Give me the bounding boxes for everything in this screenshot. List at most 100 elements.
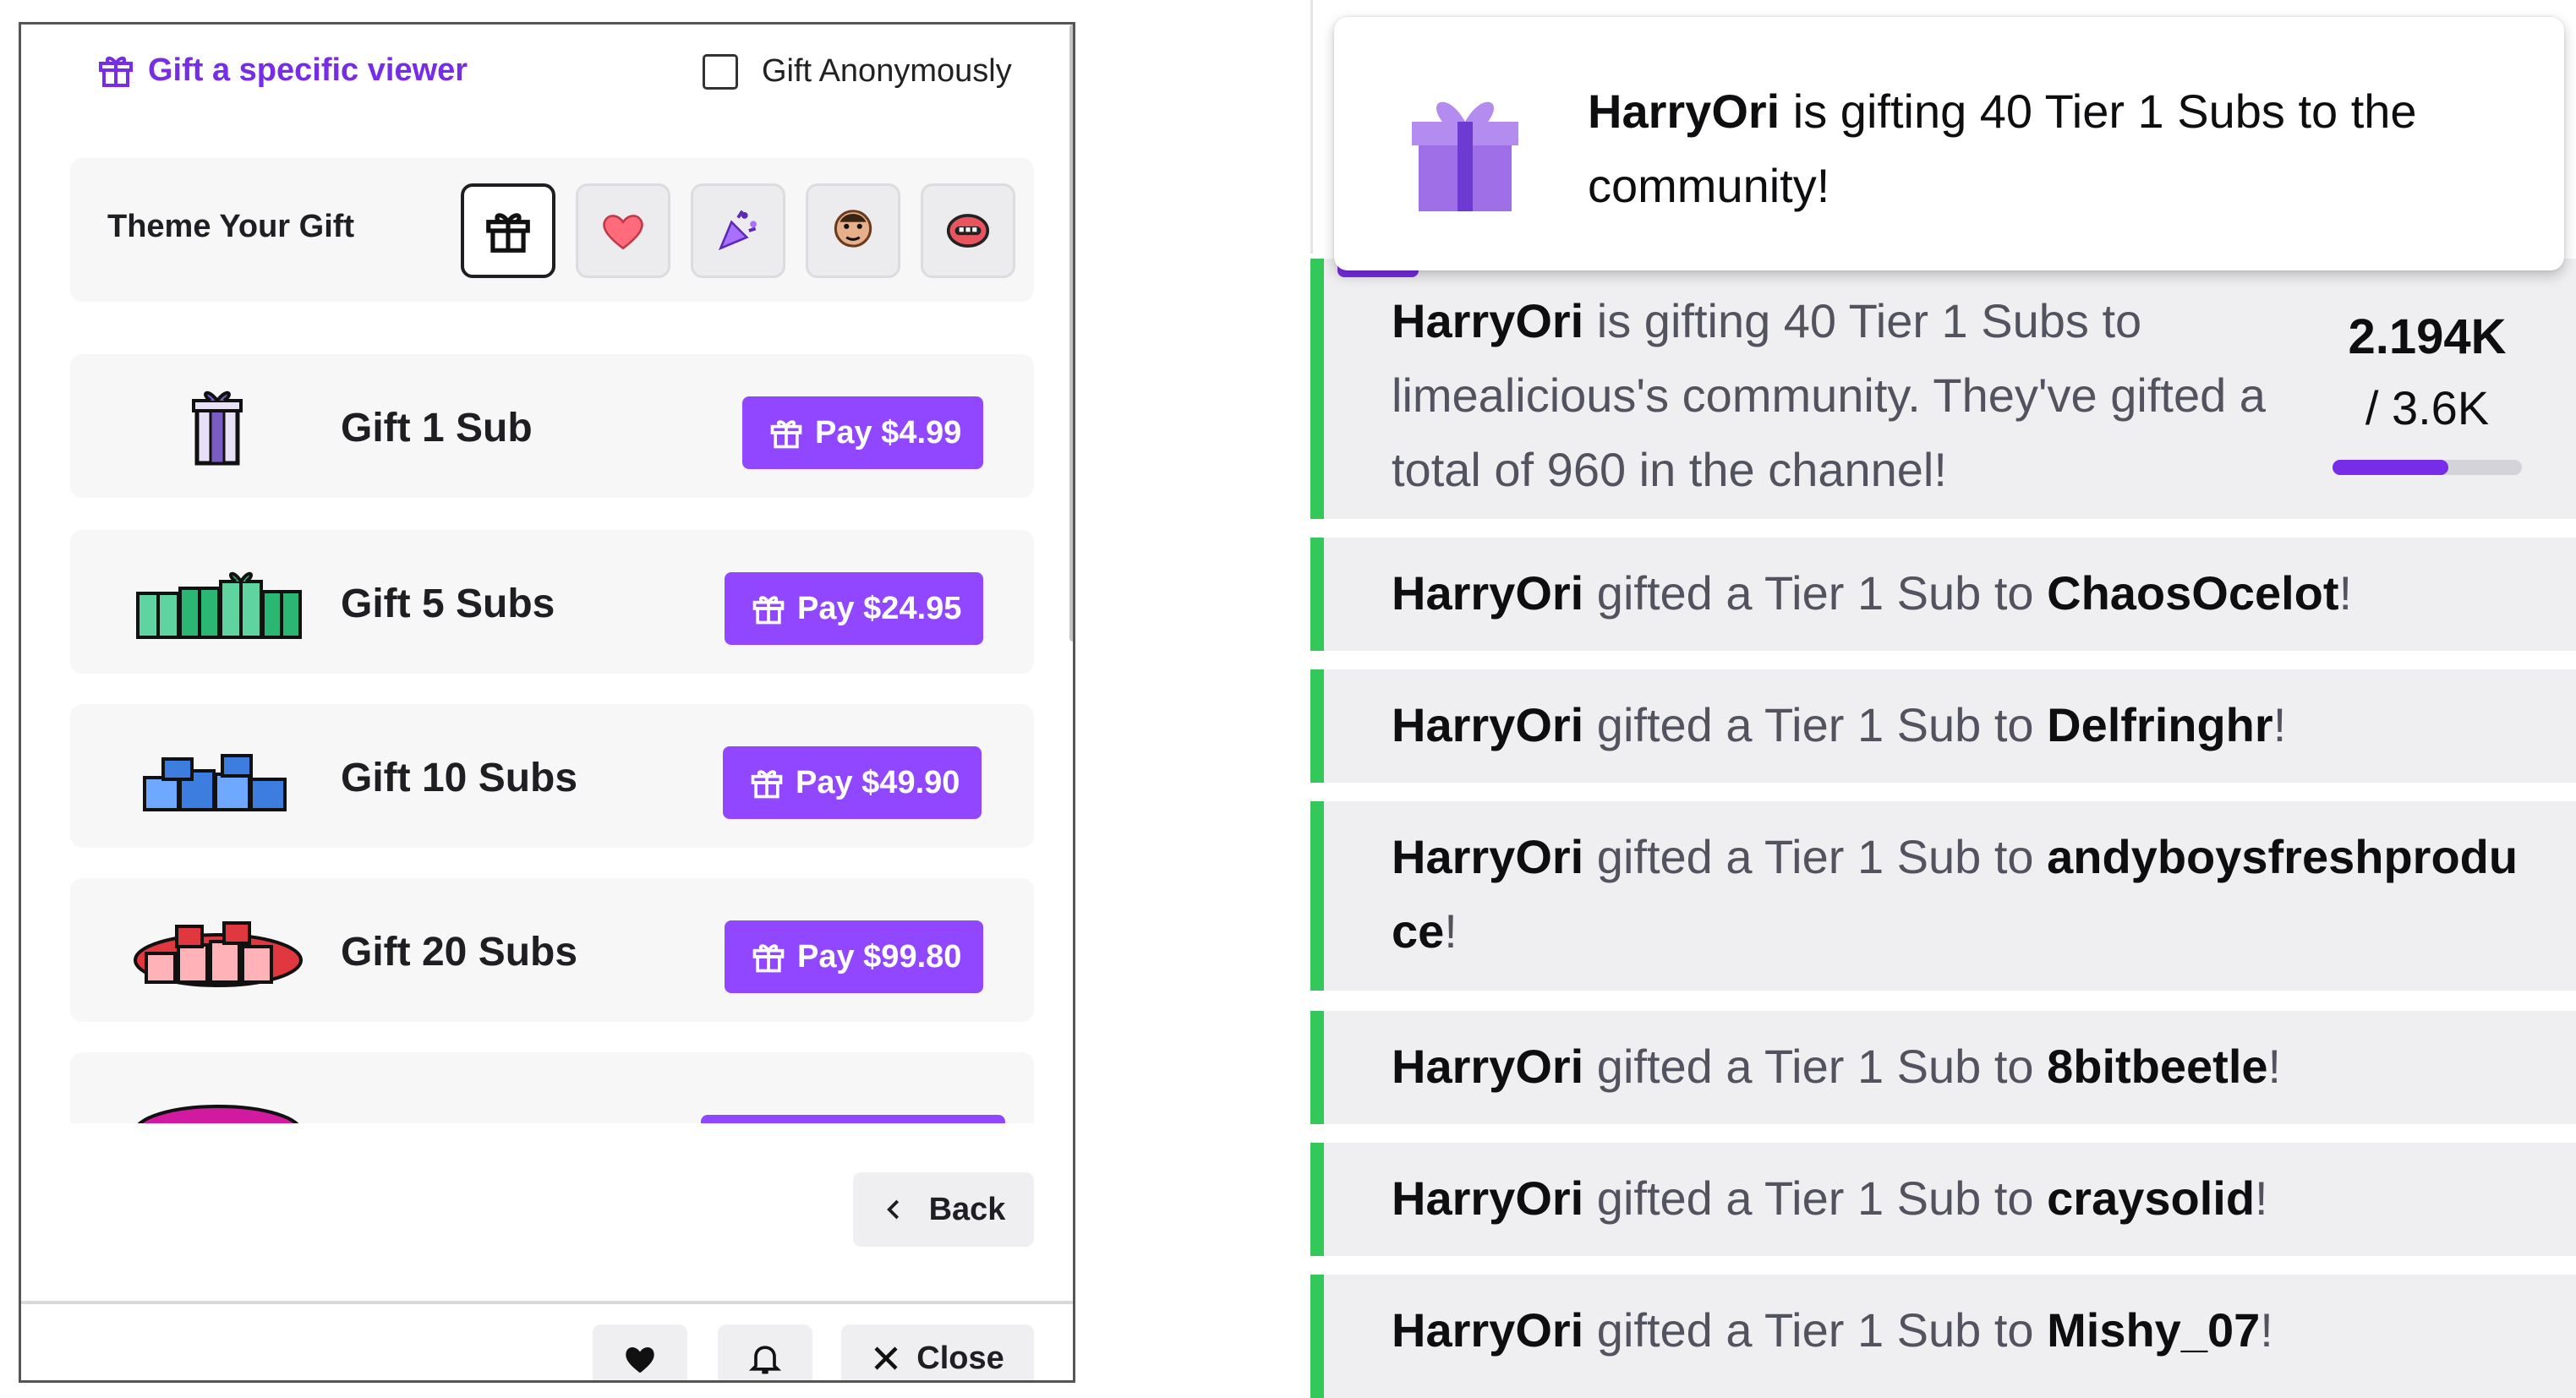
- scrollbar[interactable]: [1069, 25, 1073, 642]
- gifter-name[interactable]: HarryOri: [1392, 1171, 1583, 1225]
- gift-event-message: gifted a Tier 1 Sub to: [1583, 1040, 2048, 1093]
- heart-icon: [626, 1346, 654, 1373]
- notification-button[interactable]: [718, 1324, 812, 1380]
- gift-1-sub-label: Gift 1 Sub: [341, 406, 533, 451]
- gift-event-message: gifted a Tier 1 Sub to: [1583, 698, 2048, 751]
- purple-gift-icon: [1412, 101, 1518, 211]
- gifter-name[interactable]: HarryOri: [1392, 1303, 1583, 1357]
- summary-text: HarryOri is gifting 40 Tier 1 Subs to li…: [1392, 284, 2305, 507]
- recipient-name[interactable]: 8bitbeetle: [2047, 1040, 2267, 1093]
- gift-event-row: HarryOri gifted a Tier 1 Sub to 8bitbeet…: [1310, 1011, 2576, 1124]
- gift-icon: [99, 57, 133, 87]
- gift-20-subs-label: Gift 20 Subs: [341, 930, 578, 975]
- gift-icon: [770, 420, 802, 449]
- gift-notification-text: HarryOri is gifting 40 Tier 1 Subs to th…: [1588, 74, 2518, 223]
- progress-track: [2333, 460, 2522, 475]
- five-gifts-icon: [136, 571, 302, 639]
- theme-option-face-emote[interactable]: [806, 183, 900, 278]
- progress-value: 2.194K: [2348, 309, 2507, 364]
- gifter-name[interactable]: HarryOri: [1392, 566, 1583, 620]
- pay-10-subs-label: Pay $49.90: [796, 764, 960, 800]
- gift-anonymously-option[interactable]: Gift Anonymously: [703, 53, 1012, 90]
- chat-panel-border: [1310, 0, 1313, 254]
- gift-notification-banner: HarryOri is gifting 40 Tier 1 Subs to th…: [1334, 17, 2564, 270]
- pay-5-subs-label: Pay $24.95: [797, 590, 962, 626]
- gift-event-message: gifted a Tier 1 Sub to: [1583, 1171, 2048, 1225]
- recipient-name[interactable]: Delfringhr: [2047, 698, 2273, 751]
- gifter-name[interactable]: HarryOri: [1392, 294, 1583, 347]
- gift-icon: [486, 213, 530, 253]
- pay-20-subs-label: Pay $99.80: [797, 938, 962, 975]
- gift-event-text: HarryOri gifted a Tier 1 Sub to craysoli…: [1392, 1161, 2268, 1236]
- gift-progress: 2.194K / 3.6K: [2322, 301, 2533, 475]
- gift-event-end: !: [2272, 698, 2287, 751]
- recipient-name[interactable]: ChaosOcelot: [2047, 566, 2338, 620]
- recipient-name[interactable]: craysolid: [2047, 1171, 2255, 1225]
- back-button[interactable]: Back: [853, 1172, 1034, 1247]
- close-icon: [874, 1346, 898, 1370]
- gift-option-10: Gift 10 Subs Pay $49.90: [70, 704, 1034, 848]
- theme-your-gift-label: Theme Your Gift: [107, 209, 355, 244]
- gift-specific-viewer-link[interactable]: Gift a specific viewer: [96, 50, 468, 90]
- gift-event-end: !: [2338, 566, 2353, 620]
- gift-option-20: Gift 20 Subs Pay $99.80: [70, 878, 1034, 1022]
- gifter-name[interactable]: HarryOri: [1588, 85, 1780, 138]
- gift-event-text: HarryOri gifted a Tier 1 Sub to ChaosOce…: [1392, 556, 2352, 631]
- theme-your-gift-card: Theme Your Gift: [70, 158, 1034, 302]
- gift-event-row: HarryOri gifted a Tier 1 Sub to Delfring…: [1310, 669, 2576, 783]
- gift-5-subs-label: Gift 5 Subs: [341, 582, 555, 626]
- heart-button[interactable]: [593, 1324, 687, 1380]
- theme-option-party[interactable]: [691, 183, 785, 278]
- lips-emote-icon: [946, 214, 990, 248]
- theme-option-heart[interactable]: [576, 183, 670, 278]
- chevron-left-icon: [886, 1199, 899, 1220]
- gifter-name[interactable]: HarryOri: [1392, 1040, 1583, 1093]
- recipient-name[interactable]: Mishy_07: [2047, 1303, 2260, 1357]
- gift-event-end: !: [2267, 1040, 2282, 1093]
- close-button[interactable]: Close: [841, 1324, 1034, 1380]
- gift-event-row: HarryOri gifted a Tier 1 Sub to Mishy_07…: [1310, 1275, 2576, 1398]
- gift-event-message: gifted a Tier 1 Sub to: [1583, 830, 2048, 883]
- gift-event-text: HarryOri gifted a Tier 1 Sub to 8bitbeet…: [1392, 1029, 2281, 1104]
- face-emote-icon: [834, 210, 872, 248]
- gift-option-1: Gift 1 Sub Pay $4.99: [70, 354, 1034, 498]
- progress-total: / 3.6K: [2365, 381, 2490, 434]
- gift-event-end: !: [1444, 904, 1458, 958]
- gift-anonymously-label: Gift Anonymously: [762, 53, 1012, 89]
- theme-option-gift[interactable]: [461, 183, 555, 278]
- gift-event-row: HarryOri gifted a Tier 1 Sub to andyboys…: [1310, 801, 2576, 991]
- heart-icon: [603, 215, 643, 250]
- theme-option-lips-emote[interactable]: [921, 183, 1015, 278]
- progress-fill: [2333, 460, 2448, 475]
- back-label: Back: [928, 1191, 1006, 1227]
- gift-options-row: Gift a specific viewer Gift Anonymously: [21, 25, 1069, 134]
- gift-subs-panel: Gift a specific viewer Gift Anonymously …: [19, 22, 1075, 1383]
- gift-10-subs-label: Gift 10 Subs: [341, 756, 578, 800]
- gift-icon: [752, 596, 785, 625]
- pay-1-sub-label: Pay $4.99: [815, 414, 962, 451]
- gift-event-end: !: [2255, 1171, 2268, 1225]
- single-gift-icon: [192, 390, 243, 466]
- gifter-name[interactable]: HarryOri: [1392, 698, 1583, 751]
- pay-1-sub-button[interactable]: Pay $4.99: [742, 396, 984, 469]
- gift-icon: [752, 944, 785, 973]
- pay-10-subs-button[interactable]: Pay $49.90: [723, 746, 982, 819]
- gift-option-5: Gift 5 Subs Pay $24.95: [70, 530, 1034, 674]
- close-label: Close: [916, 1340, 1004, 1376]
- chat-panel: HarryOri is gifting 40 Tier 1 Subs to th…: [1310, 0, 2576, 1398]
- gift-event-message: gifted a Tier 1 Sub to: [1583, 1303, 2048, 1357]
- gifter-name[interactable]: HarryOri: [1392, 830, 1583, 883]
- gift-event-text: HarryOri gifted a Tier 1 Sub to andyboys…: [1392, 820, 2541, 969]
- pay-5-subs-button[interactable]: Pay $24.95: [725, 572, 984, 645]
- bell-icon: [748, 1346, 782, 1374]
- pay-20-subs-button[interactable]: Pay $99.80: [725, 920, 984, 993]
- gift-specific-viewer-label: Gift a specific viewer: [148, 52, 468, 88]
- gift-event-text: HarryOri gifted a Tier 1 Sub to Mishy_07…: [1392, 1293, 2273, 1368]
- community-gift-summary: HarryOri is gifting 40 Tier 1 Subs to li…: [1310, 259, 2576, 519]
- gift-event-row: HarryOri gifted a Tier 1 Sub to ChaosOce…: [1310, 538, 2576, 651]
- twenty-gifts-icon: [134, 921, 303, 987]
- gift-event-text: HarryOri gifted a Tier 1 Sub to Delfring…: [1392, 688, 2286, 762]
- ten-gifts-icon: [143, 754, 287, 811]
- gift-anonymously-checkbox[interactable]: [703, 53, 738, 90]
- gift-icon: [751, 770, 783, 799]
